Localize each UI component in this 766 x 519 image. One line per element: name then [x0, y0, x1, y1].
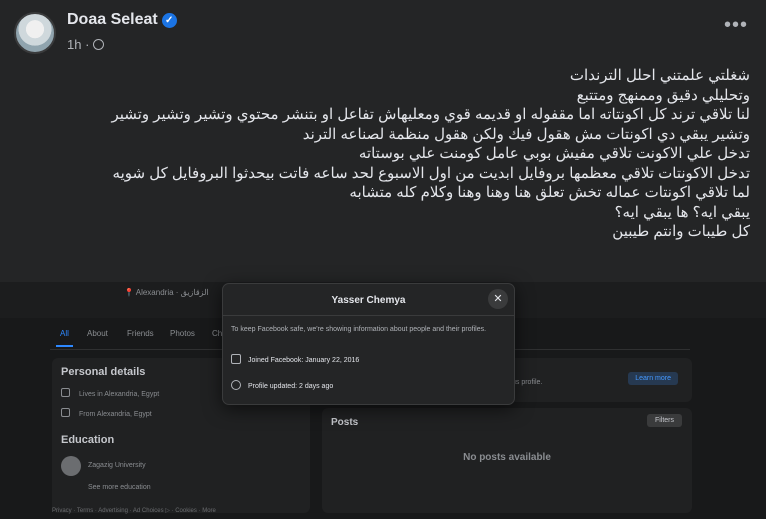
school-avatar: [61, 456, 81, 476]
post-line: كل طيبات وانتم طيبين: [612, 223, 750, 240]
post-line: شغلتي علمتني احلل الترندات: [569, 67, 750, 84]
post-line: وتحليلي دقيق وممنهج ومتتبع: [576, 86, 750, 104]
home-icon: [61, 408, 70, 417]
post-line: لنا تلاقي ترند كل اكونتاته اما مقفوله او…: [111, 106, 751, 123]
footer-links: Privacy · Terms · Advertising · Ad Choic…: [52, 508, 216, 514]
post-line: تدخل علي الاكونت تلاقي مفيش بوبي عامل كو…: [358, 145, 750, 162]
school-name: Zagazig University: [88, 462, 146, 469]
education-title: Education: [61, 434, 115, 446]
updated-text: Profile updated: 2 days ago: [248, 383, 334, 390]
globe-icon: [93, 39, 105, 50]
see-more-education: See more education: [88, 484, 151, 491]
post-line: وتشير يبقي دي اكونتات مش هقول فيك ولكن ه…: [302, 125, 750, 143]
post-text: شغلتي علمتني احلل الترندات وتحليلي دقيق …: [20, 66, 751, 242]
post-line: لما تلاقي اكونتات عماله تخش تعلق هنا وهن…: [349, 184, 750, 201]
post-line: يبقي ايه؟ ها يبقي ايه؟: [614, 203, 750, 221]
learn-more-button: Learn more: [628, 372, 678, 385]
location-pin-icon: [61, 388, 70, 397]
detail-lives-in: Lives in Alexandria, Egypt: [61, 388, 159, 398]
tab-friends: Friends: [127, 329, 154, 338]
filters-button: Filters: [646, 414, 682, 427]
popup-title: Yasser Chemya: [331, 295, 406, 306]
post-meta: 1h ·: [67, 37, 105, 52]
calendar-icon: [231, 354, 241, 364]
profile-transparency-popup: Yasser Chemya ✕ To keep Facebook safe, w…: [222, 283, 515, 405]
joined-text: Joined Facebook: January 22, 2016: [248, 357, 360, 364]
detail-from: From Alexandria, Egypt: [61, 408, 152, 418]
personal-details-title: Personal details: [61, 366, 146, 378]
post-time[interactable]: 1h: [67, 37, 81, 52]
author-avatar[interactable]: [14, 12, 56, 54]
post-line: تدخل الاكونتات تلاقي معظمها بروفايل ابدي…: [112, 164, 750, 182]
detail-from-text: From Alexandria, Egypt: [79, 411, 152, 418]
more-options-button[interactable]: •••: [724, 14, 748, 37]
tab-all: All: [56, 329, 73, 347]
popup-note: To keep Facebook safe, we're showing inf…: [231, 326, 487, 333]
posts-title: Posts: [331, 417, 359, 428]
no-posts-text: No posts available: [463, 452, 551, 463]
tab-photos: Photos: [170, 329, 195, 338]
author-name[interactable]: Doaa Seleat: [67, 11, 158, 28]
profile-location: 📍 Alexandria · الزقازيق: [124, 288, 209, 297]
meta-separator: ·: [85, 37, 90, 52]
tab-check-ins: Ch: [212, 329, 223, 338]
posts-card: Posts Filters No posts available: [322, 408, 692, 513]
author-name-line: Doaa Seleat ✓: [67, 11, 177, 29]
joined-row: Joined Facebook: January 22, 2016: [231, 354, 359, 364]
popup-header: Yasser Chemya ✕: [223, 284, 514, 316]
tab-about: About: [87, 329, 108, 338]
updated-row: Profile updated: 2 days ago: [231, 380, 333, 390]
close-icon: ✕: [488, 289, 508, 309]
detail-lives-in-text: Lives in Alexandria, Egypt: [79, 391, 160, 398]
verified-badge-icon: ✓: [161, 13, 177, 28]
profile-icon: [231, 380, 241, 390]
about-hint-text: us profile.: [512, 379, 543, 386]
post-header: Doaa Seleat ✓ 1h · •••: [0, 0, 766, 62]
